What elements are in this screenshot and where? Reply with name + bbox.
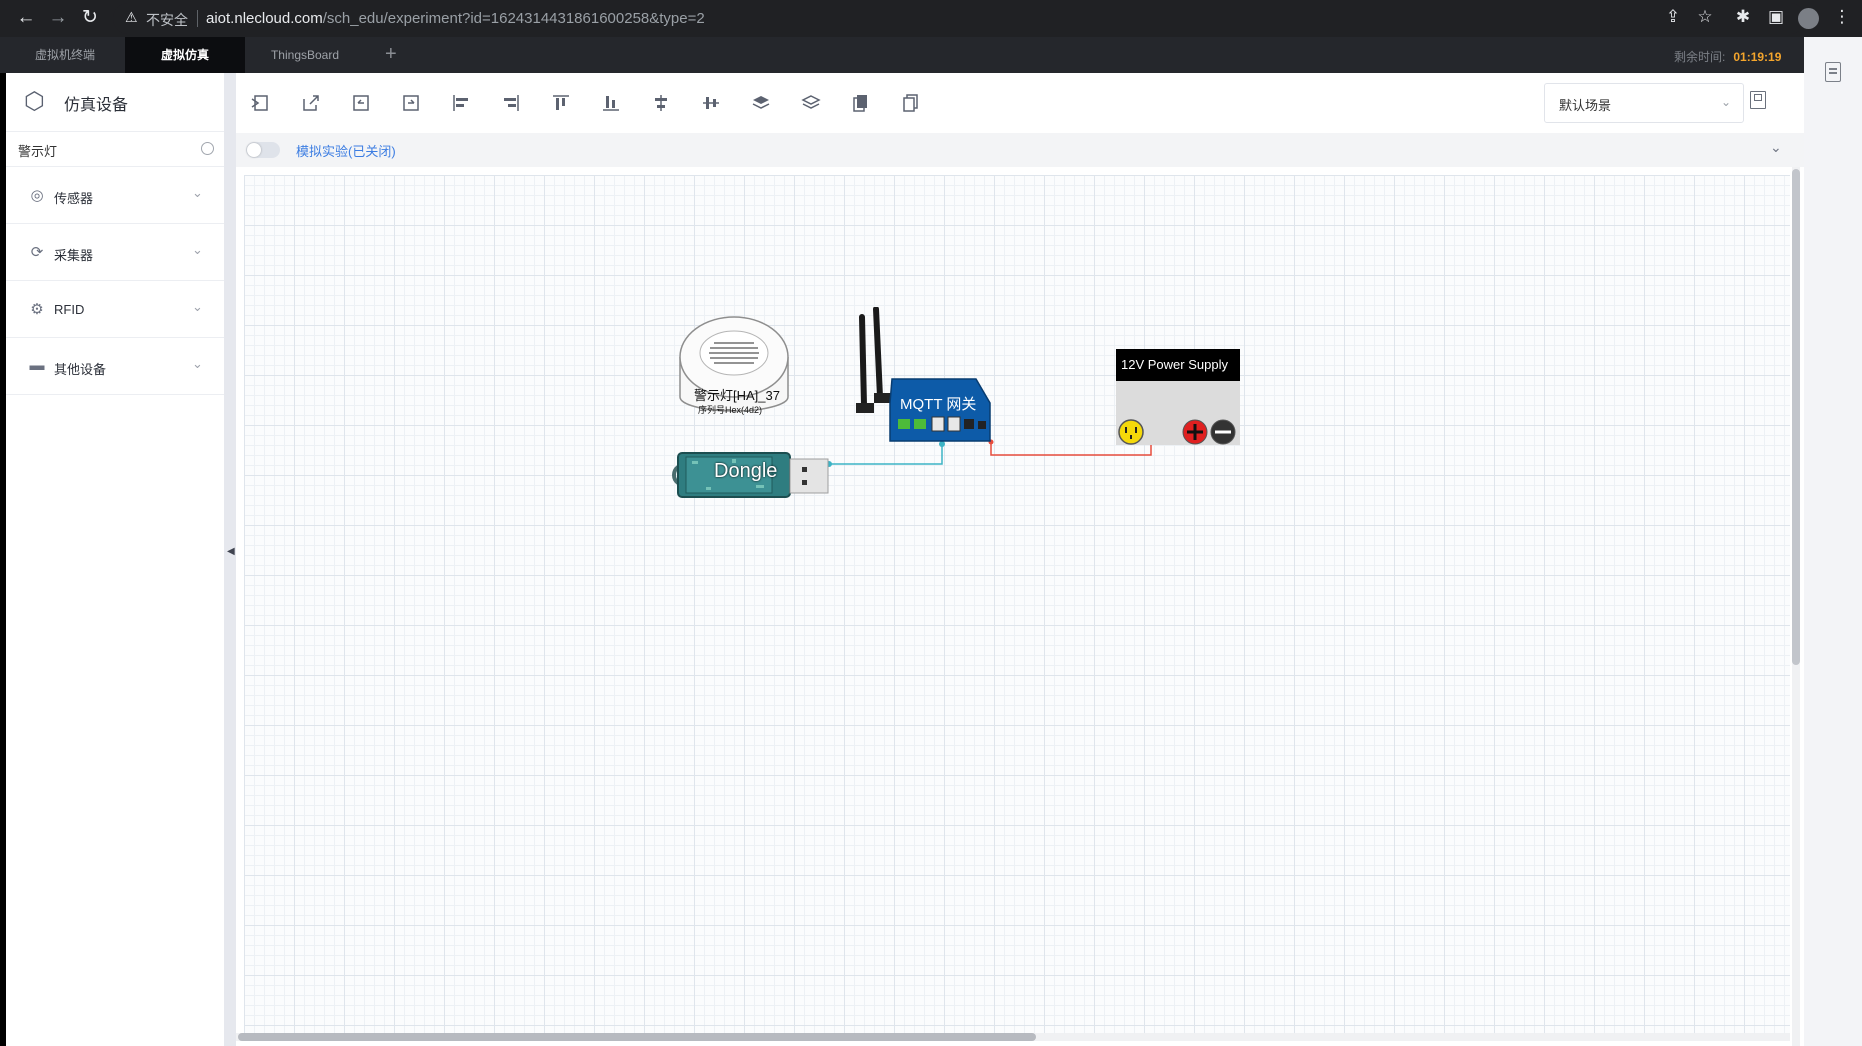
document-icon[interactable] xyxy=(1825,62,1841,82)
sidebar-resizer[interactable] xyxy=(224,73,236,1046)
search-input[interactable] xyxy=(16,137,190,163)
avatar[interactable] xyxy=(1798,8,1819,29)
power-supply-device[interactable]: 12V Power Supply xyxy=(1116,349,1240,447)
dongle-device[interactable]: Dongle xyxy=(672,447,830,499)
cube-icon: ⬡ xyxy=(24,88,45,115)
save-icon[interactable] xyxy=(1750,91,1766,109)
align-hcenter-icon[interactable] xyxy=(698,90,724,116)
browser-toolbar: ← → ↻ ⚠ 不安全 aiot.nlecloud.com/sch_edu/ex… xyxy=(0,0,1862,37)
simulation-label: 模拟实验(已关闭) xyxy=(296,144,396,159)
insecure-label: 不安全 xyxy=(146,12,188,28)
chevron-down-icon: ⌄ xyxy=(192,242,203,257)
sidebar-title: 仿真设备 xyxy=(64,97,129,114)
gear-icon: ⚙ xyxy=(30,301,44,318)
power-supply-label: 12V Power Supply xyxy=(1121,357,1228,372)
undo-icon[interactable] xyxy=(348,90,374,116)
search-icon[interactable] xyxy=(201,142,214,155)
gateway-label: MQTT 网关 xyxy=(900,396,977,413)
chevron-down-icon: ⌄ xyxy=(1721,95,1732,109)
horizontal-scrollbar[interactable] xyxy=(236,1033,1790,1041)
paste-icon[interactable] xyxy=(898,90,924,116)
tab-virtual-sim[interactable]: 虚拟仿真 xyxy=(125,37,245,73)
chevron-down-icon: ⌄ xyxy=(192,299,203,314)
sidebar-item-sensor[interactable]: ◎ 传感器 ⌄ xyxy=(6,167,224,224)
export-icon[interactable] xyxy=(298,90,324,116)
editor-toolbar: 默认场景 ⌄ xyxy=(236,73,1804,133)
simulation-toggle[interactable] xyxy=(246,142,280,158)
ac-plug-icon xyxy=(1118,419,1144,445)
dongle-label: Dongle xyxy=(714,460,778,482)
back-icon[interactable]: ← xyxy=(14,6,38,30)
chevron-down-icon: ⌄ xyxy=(192,185,203,200)
alarm-light-serial: 序列号Hex(4d2) xyxy=(698,405,763,415)
align-left-icon[interactable] xyxy=(448,90,474,116)
menu-icon[interactable]: ⋮ xyxy=(1830,7,1854,27)
redo-icon[interactable] xyxy=(398,90,424,116)
tab-vm-terminal[interactable]: 虚拟机终端 xyxy=(6,37,124,73)
app-tab-bar: 虚拟机终端 虚拟仿真 ThingsBoard + 剩余时间: 01:19:19 xyxy=(0,37,1804,73)
device-search xyxy=(6,133,224,167)
extension-icon[interactable]: ✱ xyxy=(1731,7,1755,27)
sidepanel-icon[interactable]: ▣ xyxy=(1764,7,1788,27)
mqtt-gateway-device[interactable]: MQTT 网关 xyxy=(852,306,998,443)
vertical-scrollbar[interactable] xyxy=(1792,167,1800,1046)
share-icon[interactable]: ⇪ xyxy=(1661,7,1685,27)
sidebar-item-collector[interactable]: ⟳ 采集器 ⌄ xyxy=(6,224,224,281)
align-bottom-icon[interactable] xyxy=(598,90,624,116)
sensor-icon: ◎ xyxy=(30,187,44,204)
alarm-light-device[interactable]: 警示灯[HA]_37 序列号Hex(4d2) xyxy=(678,315,790,431)
wire-layer xyxy=(826,439,1154,467)
send-back-icon[interactable] xyxy=(798,90,824,116)
forward-icon[interactable]: → xyxy=(46,6,70,30)
chevron-down-icon: ⌄ xyxy=(192,356,203,371)
url-text: aiot.nlecloud.com/sch_edu/experiment?id=… xyxy=(206,10,705,27)
import-icon[interactable] xyxy=(248,90,274,116)
align-right-icon[interactable] xyxy=(498,90,524,116)
copy-icon[interactable] xyxy=(848,90,874,116)
tab-thingsboard[interactable]: ThingsBoard xyxy=(245,37,365,73)
chevron-down-icon[interactable]: ⌄ xyxy=(1770,139,1782,156)
sidebar-item-other[interactable]: ▬ 其他设备 ⌄ xyxy=(6,338,224,395)
warning-icon: ⚠ xyxy=(125,9,138,25)
canvas-area: 警示灯[HA]_37 序列号Hex(4d2) Dongle MQTT 网关 12… xyxy=(236,167,1804,1046)
scene-select[interactable]: 默认场景 ⌄ xyxy=(1544,83,1744,123)
dongle-gateway-wire xyxy=(829,444,943,465)
power-terminals xyxy=(1118,419,1236,445)
device-sidebar: ⬡ 仿真设备 ◎ 传感器 ⌄ ⟳ 采集器 ⌄ ⚙ RFID ⌄ ▬ 其他设备 ⌄ xyxy=(6,73,224,1046)
star-icon[interactable]: ☆ xyxy=(1693,7,1717,27)
sidebar-item-rfid[interactable]: ⚙ RFID ⌄ xyxy=(6,281,224,338)
collapse-sidebar-icon[interactable]: ◀ xyxy=(227,546,235,557)
sidebar-header: ⬡ 仿真设备 xyxy=(6,73,224,132)
align-vcenter-icon[interactable] xyxy=(648,90,674,116)
bring-front-icon[interactable] xyxy=(748,90,774,116)
add-tab-button[interactable]: + xyxy=(385,37,397,71)
remaining-time: 剩余时间: 01:19:19 xyxy=(1674,50,1782,64)
device-icon: ▬ xyxy=(29,357,45,374)
address-bar[interactable]: ⚠ 不安全 aiot.nlecloud.com/sch_edu/experime… xyxy=(113,3,1805,34)
align-top-icon[interactable] xyxy=(548,90,574,116)
simulation-bar: 模拟实验(已关闭) ⌄ xyxy=(236,133,1804,167)
alarm-light-name: 警示灯[HA]_37 xyxy=(694,388,780,403)
reload-icon[interactable]: ↻ xyxy=(78,6,102,30)
collector-icon: ⟳ xyxy=(30,244,44,261)
right-gutter xyxy=(1804,37,1862,1046)
gateway-icon xyxy=(856,306,991,442)
